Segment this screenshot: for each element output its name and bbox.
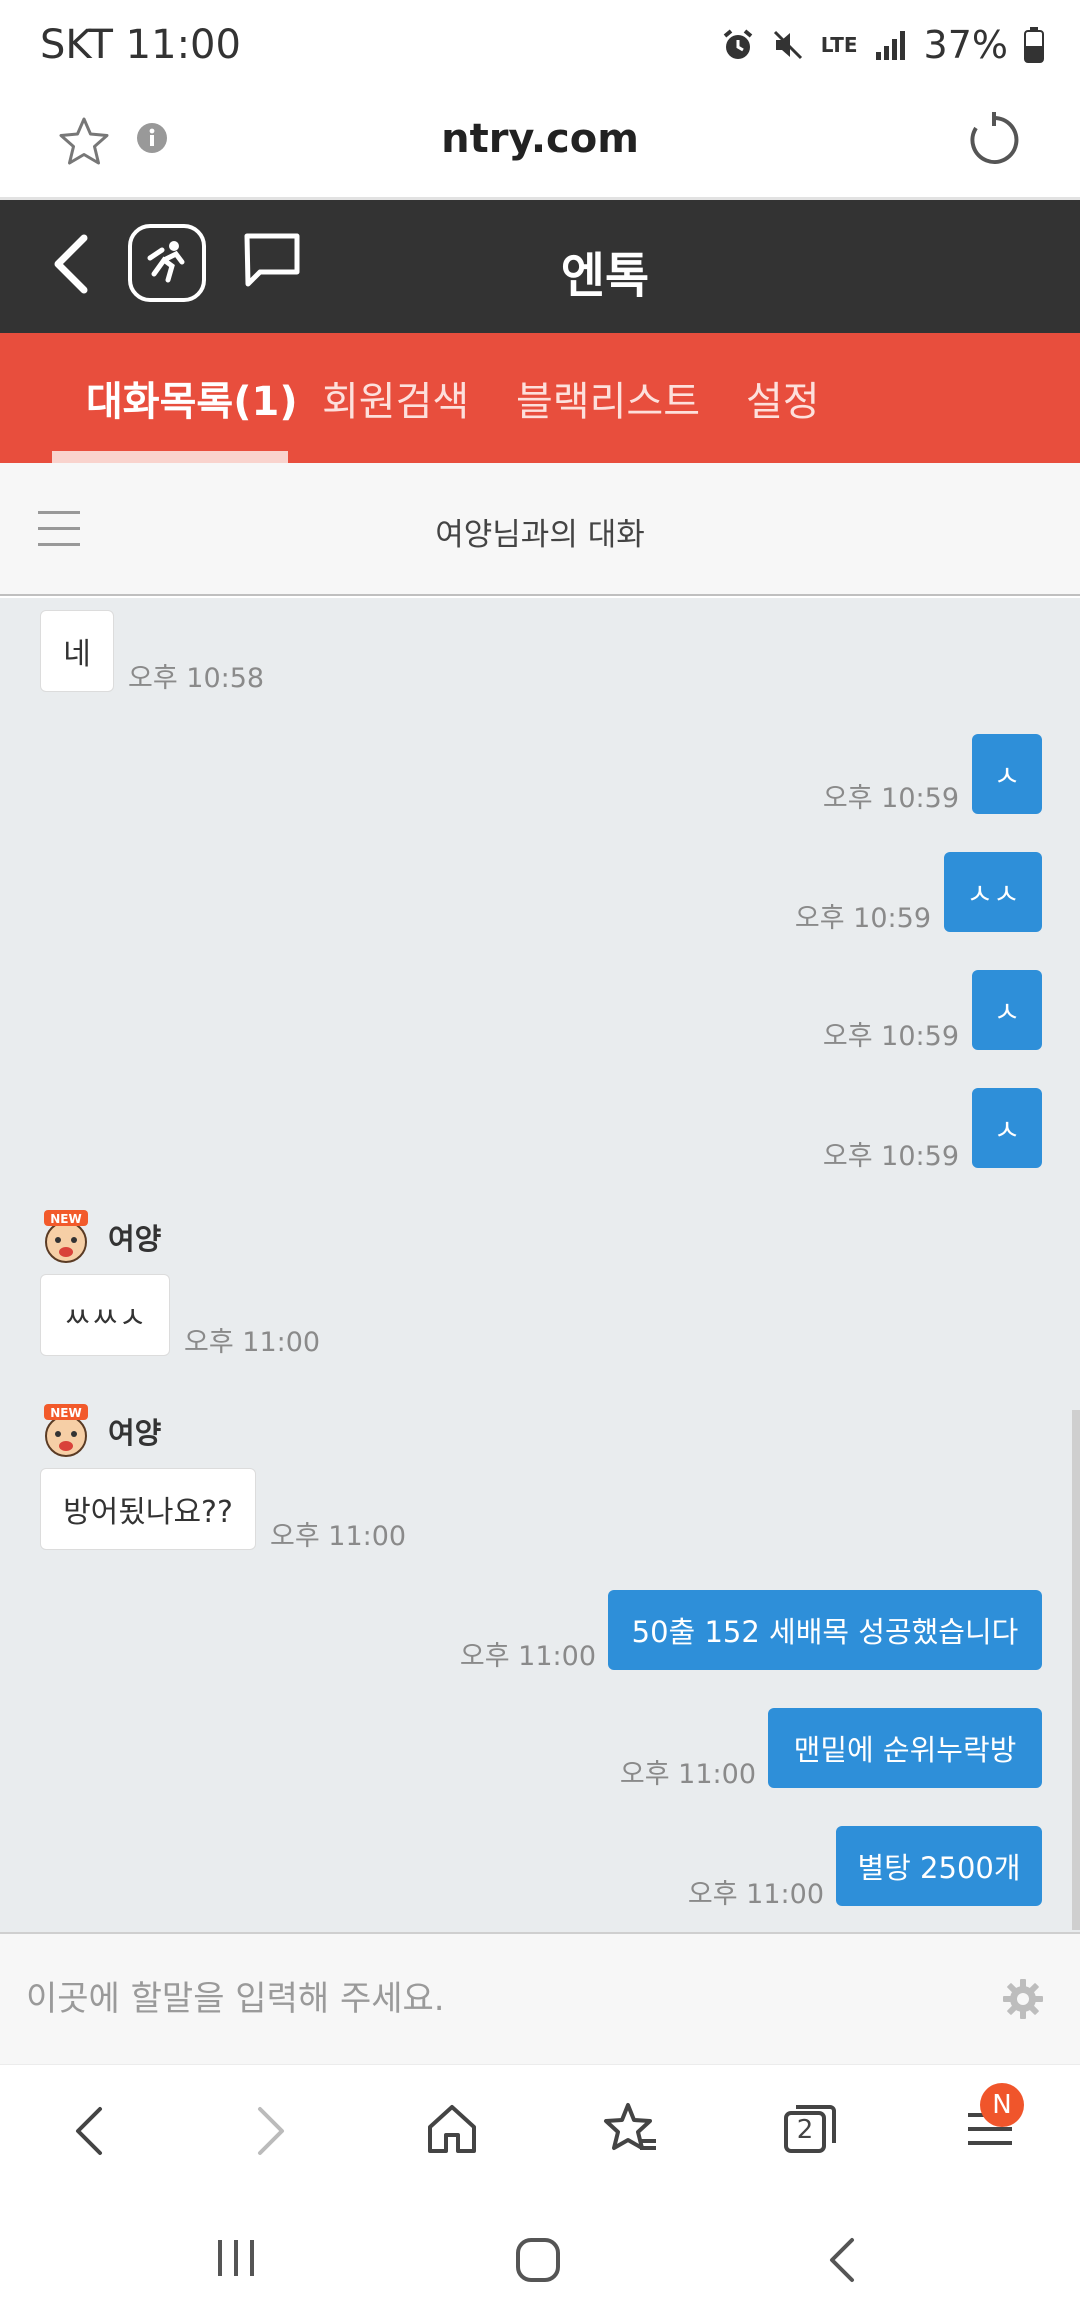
chat-scrollbar[interactable]: [1072, 1410, 1080, 1930]
bookmarks-icon[interactable]: [602, 2101, 658, 2157]
sender-name: 여양: [108, 1416, 162, 1450]
tab-chat-list[interactable]: 대화목록(1): [86, 369, 298, 427]
message-input-bar: [0, 1932, 1080, 2064]
signal-icon: [875, 31, 905, 60]
alarm-icon: [723, 29, 753, 59]
system-nav-bar: [0, 2194, 1080, 2316]
battery-percent: 37%: [923, 23, 1008, 67]
message-text: ㅆㅆㅅ: [63, 1301, 147, 1336]
browser-url-bar: ntry.com: [0, 92, 1080, 200]
browser-bottom-nav: 2 N: [0, 2064, 1080, 2194]
home-icon[interactable]: [424, 2101, 480, 2157]
tab-member-search[interactable]: 회원검색: [322, 369, 469, 427]
message-time: 오후 10:58: [128, 663, 265, 694]
system-home-icon[interactable]: [514, 2236, 562, 2284]
message-time: 오후 11:00: [270, 1521, 407, 1552]
message-input[interactable]: [26, 1964, 956, 2034]
gear-icon[interactable]: [1002, 1978, 1044, 2020]
tabs-button[interactable]: 2: [782, 2101, 838, 2157]
active-tab-indicator: [52, 451, 288, 463]
message-time: 오후 10:59: [822, 1021, 959, 1052]
chat-area[interactable]: 네 오후 10:58 오후 10:59 ㅅ 오후 10:59 ㅅㅅ 오후 10:…: [0, 598, 1080, 1932]
message-bubble-incoming: ㅆㅆㅅ: [40, 1274, 170, 1356]
avatar-new-label: NEW: [50, 1406, 81, 1420]
message-time: 오후 11:00: [619, 1759, 756, 1790]
message-time: 오후 11:00: [459, 1641, 596, 1672]
message-text: ㅅ: [993, 1113, 1021, 1147]
message-bubble-outgoing: 50출 152 세배목 성공했습니다: [608, 1590, 1042, 1670]
status-icons: LTE 37%: [721, 20, 1044, 70]
browser-forward-icon[interactable]: [252, 2101, 292, 2161]
tab-settings[interactable]: 설정: [746, 369, 820, 427]
status-bar: SKT 11:00 LTE 37%: [0, 0, 1080, 92]
message-text: 50출 152 세배목 성공했습니다: [631, 1615, 1019, 1649]
message-bubble-outgoing: 별탕 2500개: [836, 1826, 1042, 1906]
url-text[interactable]: ntry.com: [0, 116, 1080, 162]
message-time: 오후 10:59: [794, 903, 931, 934]
lte-icon: LTE: [820, 33, 858, 57]
message-time: 오후 10:59: [822, 1141, 959, 1172]
message-text: ㅅ: [993, 759, 1021, 793]
avatar-new-icon: NEW: [44, 1210, 88, 1263]
app-header: 엔톡: [0, 200, 1080, 333]
message-text: ㅅ: [993, 995, 1021, 1029]
message-time: 오후 10:59: [822, 783, 959, 814]
battery-icon: [1024, 27, 1044, 63]
browser-back-icon[interactable]: [68, 2101, 108, 2161]
menu-notification-badge: N: [980, 2083, 1024, 2127]
message-bubble-outgoing: 맨밑에 순위누락방: [768, 1708, 1042, 1788]
carrier-time: SKT 11:00: [40, 22, 241, 68]
message-time: 오후 11:00: [184, 1327, 321, 1358]
message-bubble-incoming: 방어됬나요??: [40, 1468, 256, 1550]
message-time: 오후 11:00: [687, 1879, 824, 1910]
conversation-title: 여양님과의 대화: [435, 517, 645, 553]
message-bubble-outgoing: ㅅ: [972, 1088, 1042, 1168]
message-bubble-outgoing: ㅅ: [972, 970, 1042, 1050]
system-back-icon[interactable]: [824, 2236, 860, 2284]
avatar-new-label: NEW: [50, 1212, 81, 1226]
message-text: ㅅㅅ: [966, 877, 1020, 911]
message-text: 방어됬나요??: [63, 1495, 233, 1530]
avatar-new-icon: NEW: [44, 1404, 88, 1457]
message-text: 맨밑에 순위누락방: [793, 1733, 1017, 1767]
reload-icon[interactable]: [966, 112, 1022, 168]
tab-bar: 대화목록(1) 회원검색 블랙리스트 설정: [0, 333, 1080, 463]
message-bubble-outgoing: ㅅㅅ: [944, 852, 1042, 932]
conversation-header: 여양님과의 대화: [0, 463, 1080, 596]
message-bubble-outgoing: ㅅ: [972, 734, 1042, 814]
message-text: 별탕 2500개: [857, 1851, 1021, 1885]
tab-blacklist[interactable]: 블랙리스트: [516, 369, 700, 427]
mute-icon: [773, 30, 802, 60]
message-text: 네: [63, 637, 91, 672]
recent-apps-icon[interactable]: [214, 2236, 258, 2280]
tab-count: 2: [796, 2115, 814, 2145]
message-bubble-incoming: 네: [40, 610, 114, 692]
app-title: 엔톡: [560, 248, 650, 304]
sender-name: 여양: [108, 1222, 162, 1256]
